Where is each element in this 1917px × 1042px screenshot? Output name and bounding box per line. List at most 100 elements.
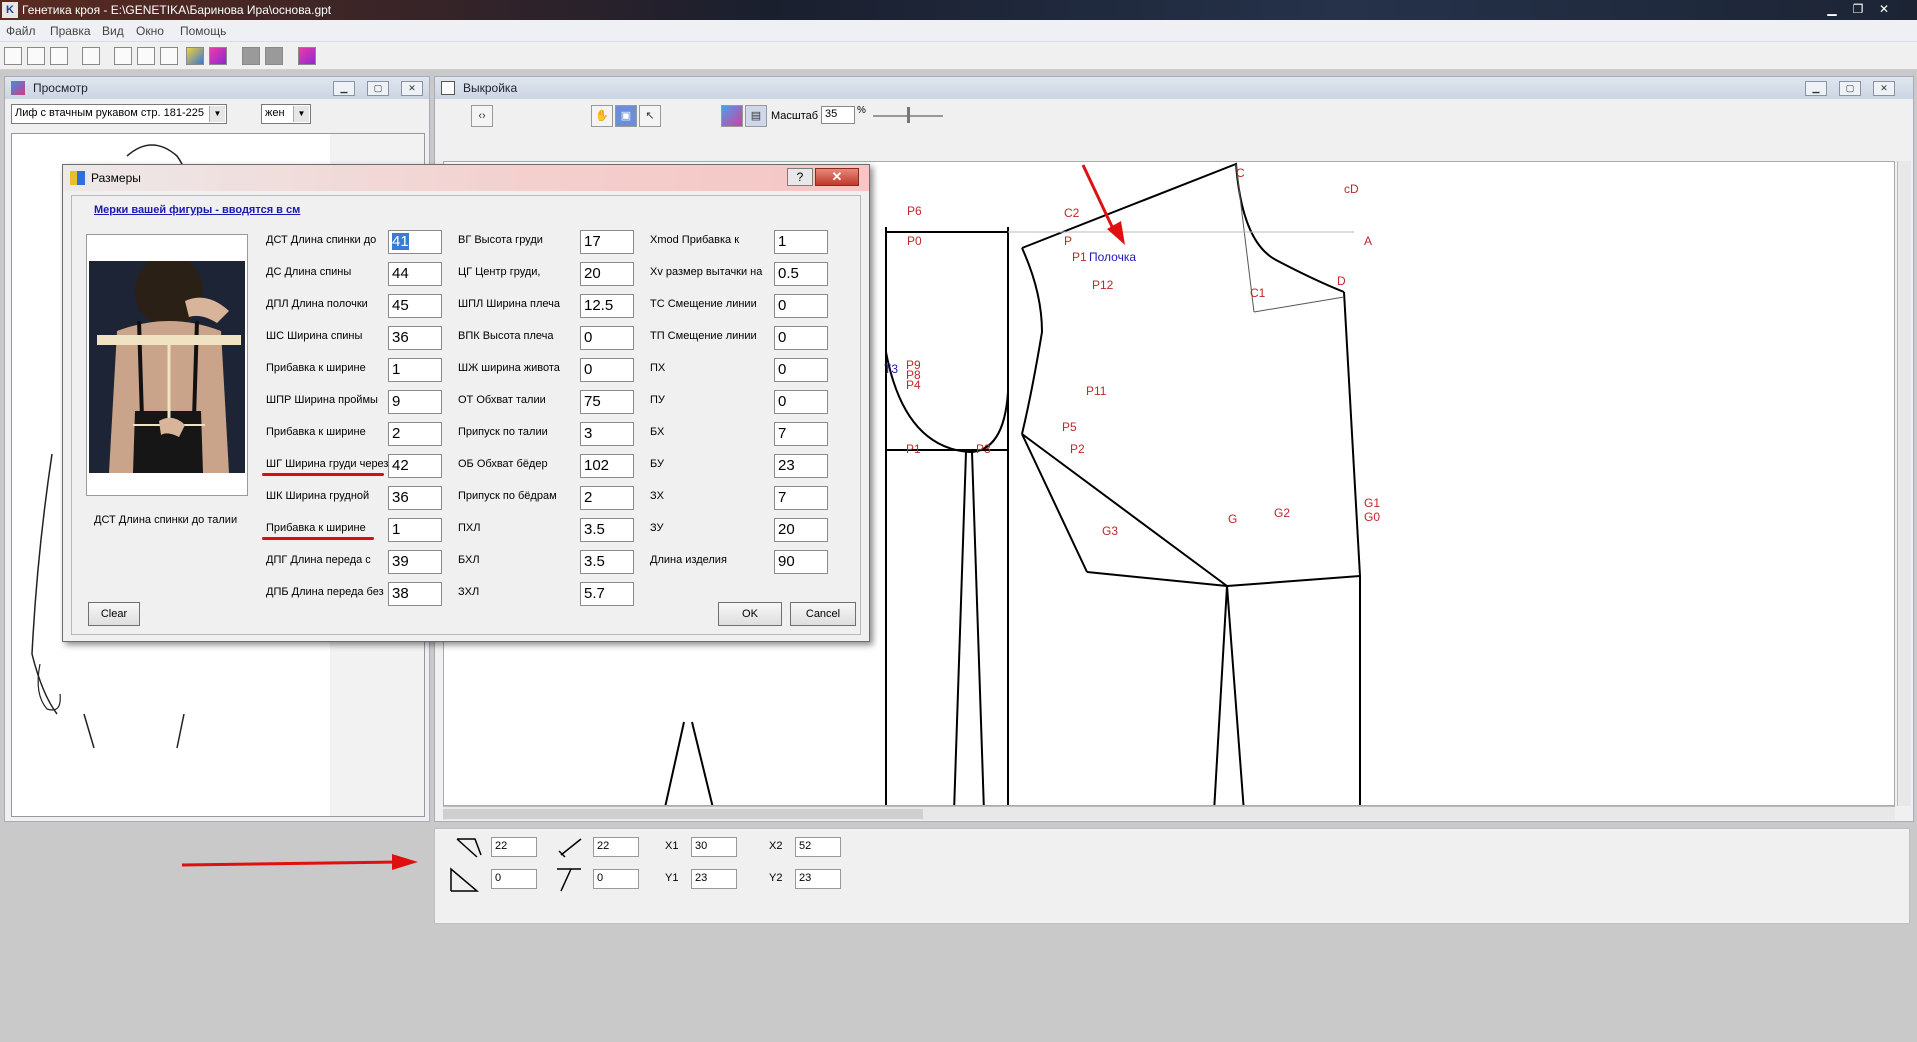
measure-input-dpb[interactable]: 38 (388, 582, 442, 606)
horizontal-scrollbar-thumb[interactable] (443, 809, 923, 819)
cancel-button[interactable]: Cancel (790, 602, 856, 626)
zoom-in-icon[interactable] (721, 105, 743, 127)
dialog-close-button[interactable]: ✕ (815, 168, 859, 186)
measure-input-ot[interactable]: 75 (580, 390, 634, 414)
paste-icon[interactable] (160, 47, 178, 65)
pattern-icon[interactable] (209, 47, 227, 65)
measure-input-ph[interactable]: 0 (774, 358, 828, 382)
select-area-icon[interactable]: ▣ (615, 105, 637, 127)
measure-input-bu[interactable]: 23 (774, 454, 828, 478)
cascade-icon[interactable] (265, 47, 283, 65)
measure-input-pu[interactable]: 0 (774, 390, 828, 414)
y2-input[interactable]: 23 (795, 869, 841, 889)
scale-slider-thumb[interactable] (907, 107, 910, 123)
measure-input-add3[interactable]: 1 (388, 518, 442, 542)
measure-input-xv[interactable]: 0.5 (774, 262, 828, 286)
horizontal-scrollbar[interactable] (443, 806, 1895, 820)
preview-minimize-icon[interactable]: ▁ (333, 81, 355, 96)
new-file-icon[interactable] (4, 47, 22, 65)
y1-label: Y1 (665, 872, 679, 884)
pattern-close-icon[interactable]: ✕ (1873, 81, 1895, 96)
measure-input-tp[interactable]: 0 (774, 326, 828, 350)
measure-input-dpg[interactable]: 39 (388, 550, 442, 574)
measure-input-xmod[interactable]: 1 (774, 230, 828, 254)
y1-input[interactable]: 23 (691, 869, 737, 889)
point-p5: P5 (1062, 420, 1077, 434)
clear-button[interactable]: Clear (88, 602, 140, 626)
measure-input-vg[interactable]: 17 (580, 230, 634, 254)
print-preview-icon[interactable] (114, 47, 132, 65)
measure-input-shs[interactable]: 36 (388, 326, 442, 350)
help-button[interactable]: ? (787, 168, 813, 186)
pattern-maximize-icon[interactable]: ▢ (1839, 81, 1861, 96)
model-select[interactable]: Лиф с втачным рукавом стр. 181-225 ▼ (11, 104, 227, 124)
measure-input-dpl[interactable]: 45 (388, 294, 442, 318)
angle-input[interactable]: 22 (593, 837, 639, 857)
zoom-out-icon[interactable]: ▤ (745, 105, 767, 127)
measure-label: ДПБ Длина переда без (266, 586, 384, 598)
scale-input[interactable]: 35 (821, 106, 855, 124)
measure-input-shpl[interactable]: 12.5 (580, 294, 634, 318)
save-icon[interactable] (50, 47, 68, 65)
gender-select[interactable]: жен ▼ (261, 104, 311, 124)
measure-input-zu[interactable]: 20 (774, 518, 828, 542)
minimize-icon[interactable]: ▁ (1820, 1, 1844, 17)
close-icon[interactable]: ✕ (1872, 1, 1896, 17)
measure-input-shzh[interactable]: 0 (580, 358, 634, 382)
measure-input-hip-ease[interactable]: 2 (580, 486, 634, 510)
menu-help[interactable]: Помощь (180, 24, 226, 38)
measure-input-add2[interactable]: 2 (388, 422, 442, 446)
fit-icon[interactable]: ‹› (471, 105, 493, 127)
x2-input[interactable]: 52 (795, 837, 841, 857)
x1-input[interactable]: 30 (691, 837, 737, 857)
restore-icon[interactable]: ❐ (1846, 1, 1870, 17)
hand-icon[interactable]: ✋ (591, 105, 613, 127)
measure-input-length[interactable]: 90 (774, 550, 828, 574)
menu-window[interactable]: Окно (136, 24, 164, 38)
measure-input-shpr[interactable]: 9 (388, 390, 442, 414)
measure-input-ts[interactable]: 0 (774, 294, 828, 318)
measure-input-ob[interactable]: 102 (580, 454, 634, 478)
point-p0: P0 (907, 234, 922, 248)
measure-input-waist-ease[interactable]: 3 (580, 422, 634, 446)
preview-maximize-icon[interactable]: ▢ (367, 81, 389, 96)
toolbar (0, 42, 1917, 70)
preview-close-icon[interactable]: ✕ (401, 81, 423, 96)
print-icon[interactable] (82, 47, 100, 65)
menu-file[interactable]: Файл (6, 24, 36, 38)
measure-input-bh[interactable]: 7 (774, 422, 828, 446)
measure-input-vpk[interactable]: 0 (580, 326, 634, 350)
measure-input-add1[interactable]: 1 (388, 358, 442, 382)
menu-edit[interactable]: Правка (50, 24, 91, 38)
measure-icon[interactable] (186, 47, 204, 65)
measure-label: ТП Смещение линии (650, 330, 757, 342)
measure-input-zh[interactable]: 7 (774, 486, 828, 510)
offset-input[interactable]: 0 (491, 869, 537, 889)
measure-input-shg[interactable]: 42 (388, 454, 442, 478)
measure-label: ДС Длина спины (266, 266, 352, 278)
menu-view[interactable]: Вид (102, 24, 124, 38)
measure-input-phl[interactable]: 3.5 (580, 518, 634, 542)
length-input[interactable]: 22 (491, 837, 537, 857)
measure-input-bhl[interactable]: 3.5 (580, 550, 634, 574)
measure-input-dst[interactable]: 41 (388, 230, 442, 254)
vertical-scrollbar[interactable] (1897, 161, 1911, 806)
open-file-icon[interactable] (27, 47, 45, 65)
ok-button[interactable]: OK (718, 602, 782, 626)
measure-label: Припуск по талии (458, 426, 548, 438)
cursor-icon[interactable]: ↖ (639, 105, 661, 127)
copy-icon[interactable] (137, 47, 155, 65)
measure-input-shk[interactable]: 36 (388, 486, 442, 510)
measure-label: ШС Ширина спины (266, 330, 363, 342)
measurement-photo (89, 261, 245, 473)
pattern-minimize-icon[interactable]: ▁ (1805, 81, 1827, 96)
x2-label: X2 (769, 840, 783, 852)
measure-input-cg[interactable]: 20 (580, 262, 634, 286)
measure-input-zhl[interactable]: 5.7 (580, 582, 634, 606)
measure-input-ds[interactable]: 44 (388, 262, 442, 286)
tile-icon[interactable] (242, 47, 260, 65)
measure-label: ШЖ ширина живота (458, 362, 560, 374)
rotate-input[interactable]: 0 (593, 869, 639, 889)
settings-icon[interactable] (298, 47, 316, 65)
point-p1-bottom: P1 (906, 442, 921, 456)
